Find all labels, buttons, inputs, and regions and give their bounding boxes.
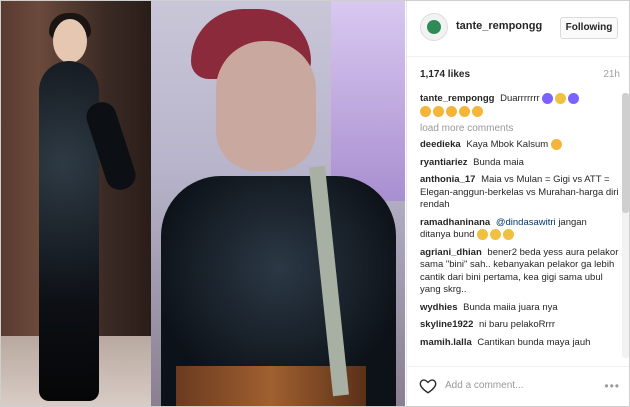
post-username[interactable]: tante_rempongg — [456, 20, 542, 32]
comment-footer: Add a comment... ••• — [407, 366, 629, 406]
post-sidebar: tante_rempongg Following 1,174 likes 21h… — [406, 1, 629, 406]
photo-left-head — [53, 19, 87, 63]
comment-mention[interactable]: @dindasawitri — [496, 217, 556, 228]
comment-item: anthonia_17 Maia vs Mulan = Gigi vs ATT … — [420, 174, 620, 212]
crying-emoji-icon — [472, 105, 483, 117]
party-emoji-icon — [542, 93, 554, 104]
face-emoji-icon — [555, 93, 567, 104]
post-header: tante_rempongg Following — [407, 1, 629, 57]
comment-text: Kaya Mbok Kalsum — [466, 139, 549, 151]
comment-username[interactable]: anthonia_17 — [420, 174, 475, 185]
flower-emoji-icon — [568, 93, 580, 104]
laughing-emoji-icon — [503, 229, 515, 241]
comment-text: Bunda maia — [473, 156, 524, 168]
comment-username[interactable]: ryantiariez — [420, 157, 468, 168]
photo-right-light — [331, 1, 405, 201]
photo-left-panel — [1, 1, 151, 406]
comment-username[interactable]: agriani_dhian — [420, 247, 482, 258]
load-more-comments[interactable]: load more comments — [420, 123, 620, 134]
comment-text: Bunda maiia juara nya — [463, 301, 558, 313]
heart-icon[interactable] — [419, 377, 437, 395]
likes-count[interactable]: 1,174 likes — [420, 69, 470, 80]
comment-item: agriani_dhian bener2 beda yess aura pela… — [420, 247, 620, 297]
photo-right-face — [216, 41, 316, 171]
crying-emoji-icon — [459, 105, 470, 117]
post-photo[interactable] — [1, 1, 405, 406]
sad-emoji-icon — [550, 139, 562, 151]
comment-username[interactable]: skyline1922 — [420, 319, 473, 330]
comment-item: ryantiariez Bunda maia — [420, 157, 620, 170]
comment-text: Cantikan bunda maya jauh — [477, 336, 591, 348]
avatar[interactable] — [420, 13, 448, 41]
caption-text: Duarrrrrrr — [500, 93, 540, 105]
comment-item: mamih.lalla Cantikan bunda maya jauh — [420, 337, 620, 350]
comments-scrollbar[interactable] — [622, 93, 629, 358]
post-time: 21h — [603, 69, 620, 80]
more-options-icon[interactable]: ••• — [604, 379, 620, 393]
comments-list: tante_rempongg Duarrrrrrr load more comm… — [420, 93, 620, 363]
laughing-emoji-icon — [490, 229, 502, 241]
comment-item: skyline1922 ni baru pelakoRrrr — [420, 319, 620, 332]
crying-emoji-icon — [433, 105, 444, 117]
caption-username[interactable]: tante_rempongg — [420, 93, 494, 104]
caption: tante_rempongg Duarrrrrrr — [420, 93, 620, 118]
scrollbar-thumb[interactable] — [622, 93, 629, 213]
avatar-image — [427, 20, 441, 34]
comment-text: ni baru pelakoRrrr — [479, 319, 556, 331]
likes-row: 1,174 likes 21h — [420, 69, 620, 83]
comment-username[interactable]: deedieka — [420, 139, 461, 150]
instagram-post-window: tante_rempongg Following 1,174 likes 21h… — [0, 0, 630, 407]
photo-right-panel — [151, 1, 405, 406]
crying-emoji-icon — [420, 105, 431, 117]
add-comment-input[interactable]: Add a comment... — [445, 380, 523, 391]
following-button[interactable]: Following — [560, 17, 618, 39]
comment-item: wydhies Bunda maiia juara nya — [420, 302, 620, 315]
comment-username[interactable]: ramadhaninana — [420, 217, 490, 228]
comment-item: deedieka Kaya Mbok Kalsum — [420, 139, 620, 152]
comment-username[interactable]: mamih.lalla — [420, 337, 472, 348]
comment-username[interactable]: wydhies — [420, 302, 458, 313]
crying-emoji-icon — [446, 105, 457, 117]
comment-item: ramadhaninana @dindasawitri jangan ditan… — [420, 217, 620, 242]
laughing-emoji-icon — [477, 229, 489, 241]
